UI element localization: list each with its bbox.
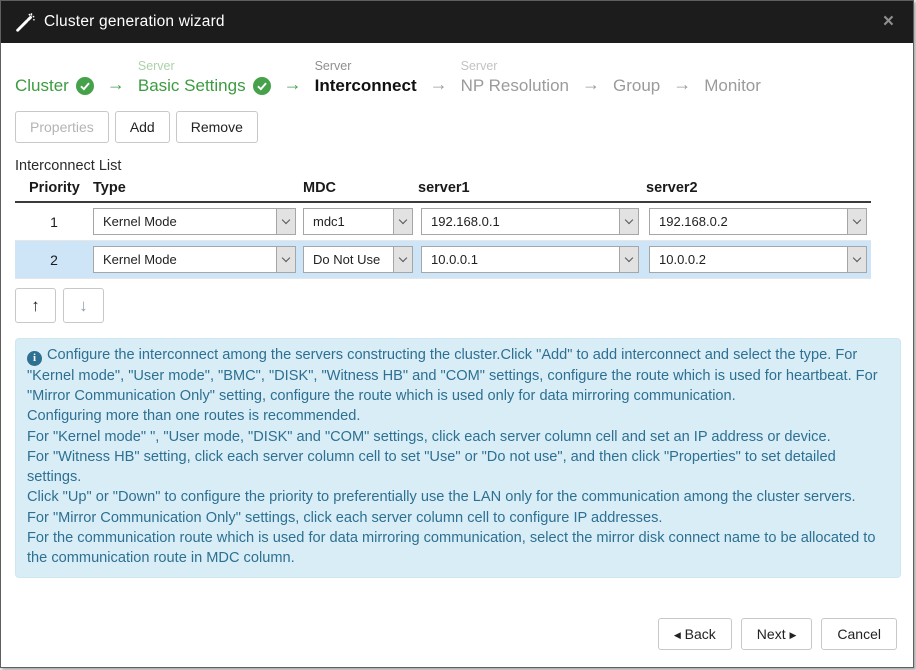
server1-select[interactable]: 192.168.0.1 — [421, 208, 639, 235]
next-triangle-icon: ▶ — [789, 630, 796, 640]
properties-button[interactable]: Properties — [15, 111, 109, 143]
check-icon — [253, 77, 271, 95]
step-arrow-icon: → — [582, 74, 600, 96]
reorder-controls: ↑ ↓ — [15, 288, 899, 323]
move-up-button[interactable]: ↑ — [15, 288, 56, 323]
next-label: Next — [757, 626, 786, 642]
table-row-selected[interactable]: 2 Kernel Mode Do Not Use 10.0.0.1 10.0.0… — [15, 241, 871, 279]
step-overline: Server — [138, 59, 271, 73]
step-cluster[interactable]: Cluster — [15, 76, 94, 96]
back-label: Back — [685, 626, 716, 642]
step-label: NP Resolution — [461, 76, 569, 96]
priority-value: 1 — [15, 214, 93, 230]
column-header-server1: server1 — [418, 180, 646, 196]
interconnect-list-caption: Interconnect List — [15, 158, 899, 174]
step-arrow-icon: → — [284, 74, 302, 96]
chevron-down-icon — [619, 247, 638, 272]
type-select[interactable]: Kernel Mode — [93, 208, 296, 235]
column-header-type: Type — [93, 180, 303, 196]
server2-select[interactable]: 192.168.0.2 — [649, 208, 867, 235]
step-np-resolution: Server NP Resolution — [461, 59, 569, 96]
cancel-button[interactable]: Cancel — [821, 618, 897, 650]
priority-value: 2 — [15, 252, 93, 268]
check-icon — [76, 77, 94, 95]
chevron-down-icon — [847, 247, 866, 272]
back-triangle-icon: ◀ — [674, 630, 681, 640]
chevron-down-icon — [276, 209, 295, 234]
wizard-steps: Cluster → Server Basic Settings → Server… — [15, 59, 899, 96]
move-down-button[interactable]: ↓ — [63, 288, 104, 323]
info-icon: i — [27, 351, 42, 366]
dialog-title: Cluster generation wizard — [44, 13, 225, 31]
step-monitor: Monitor — [704, 76, 761, 96]
selected-value: mdc1 — [304, 209, 393, 234]
step-label: Monitor — [704, 76, 761, 96]
chevron-down-icon — [393, 209, 412, 234]
mdc-select[interactable]: mdc1 — [303, 208, 413, 235]
step-overline: Server — [315, 59, 417, 73]
server2-select[interactable]: 10.0.0.2 — [649, 246, 867, 273]
chevron-down-icon — [619, 209, 638, 234]
step-group: Group — [613, 76, 660, 96]
toolbar: Properties Add Remove — [15, 111, 899, 143]
info-text: Configure the interconnect among the ser… — [27, 347, 878, 566]
chevron-down-icon — [847, 209, 866, 234]
next-button[interactable]: Next ▶ — [741, 618, 813, 650]
step-label: Group — [613, 76, 660, 96]
step-label: Basic Settings — [138, 76, 246, 96]
table-header-row: Priority Type MDC server1 server2 — [15, 180, 871, 203]
mdc-select[interactable]: Do Not Use — [303, 246, 413, 273]
step-arrow-icon: → — [107, 74, 125, 96]
cluster-generation-wizard-dialog: Cluster generation wizard × Cluster → Se… — [0, 0, 914, 668]
add-button[interactable]: Add — [115, 111, 170, 143]
down-arrow-icon: ↓ — [79, 296, 88, 315]
info-panel: iConfigure the interconnect among the se… — [15, 338, 901, 578]
column-header-server2: server2 — [646, 180, 864, 196]
step-label: Interconnect — [315, 76, 417, 96]
step-arrow-icon: → — [673, 74, 691, 96]
magic-wand-icon — [14, 11, 36, 33]
selected-value: 10.0.0.2 — [650, 247, 847, 272]
selected-value: 10.0.0.1 — [422, 247, 619, 272]
chevron-down-icon — [393, 247, 412, 272]
up-arrow-icon: ↑ — [31, 296, 40, 315]
remove-button[interactable]: Remove — [176, 111, 258, 143]
footer-bar: ◀ Back Next ▶ Cancel — [1, 611, 913, 667]
interconnect-table: Priority Type MDC server1 server2 1 Kern… — [15, 180, 871, 279]
column-header-mdc: MDC — [303, 180, 418, 196]
selected-value: Kernel Mode — [94, 209, 276, 234]
server1-select[interactable]: 10.0.0.1 — [421, 246, 639, 273]
step-arrow-icon: → — [430, 74, 448, 96]
step-interconnect: Server Interconnect — [315, 59, 417, 96]
dialog-body: Cluster → Server Basic Settings → Server… — [1, 43, 913, 611]
table-row[interactable]: 1 Kernel Mode mdc1 192.168.0.1 192.168.0… — [15, 203, 871, 241]
column-header-priority: Priority — [15, 180, 93, 196]
selected-value: Kernel Mode — [94, 247, 276, 272]
step-label: Cluster — [15, 76, 69, 96]
selected-value: 192.168.0.2 — [650, 209, 847, 234]
step-overline: Server — [461, 59, 569, 73]
title-bar: Cluster generation wizard × — [1, 1, 913, 43]
chevron-down-icon — [276, 247, 295, 272]
back-button[interactable]: ◀ Back — [658, 618, 732, 650]
step-basic-settings[interactable]: Server Basic Settings — [138, 59, 271, 96]
selected-value: 192.168.0.1 — [422, 209, 619, 234]
close-icon[interactable]: × — [877, 11, 900, 33]
selected-value: Do Not Use — [304, 247, 393, 272]
type-select[interactable]: Kernel Mode — [93, 246, 296, 273]
